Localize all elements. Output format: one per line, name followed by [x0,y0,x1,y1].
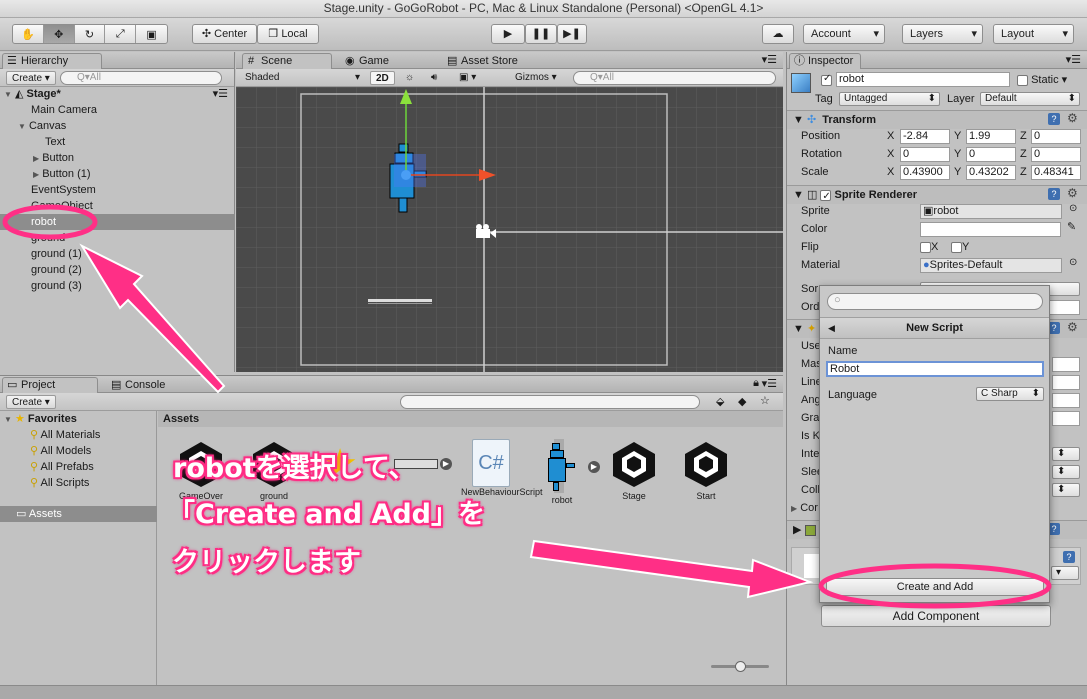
annotation-line-2: 「Create and Add」を [168,499,485,530]
arrow-to-robot-icon [79,243,226,394]
annotation-line-3: クリックします [172,547,361,578]
arrow-to-create-button-icon [529,539,814,599]
robot-highlight-circle [2,204,98,240]
annotation-line-1: robotを選択して、 [173,453,416,484]
annotation-overlay [2,204,1052,609]
create-and-add-highlight-circle [818,563,1052,609]
